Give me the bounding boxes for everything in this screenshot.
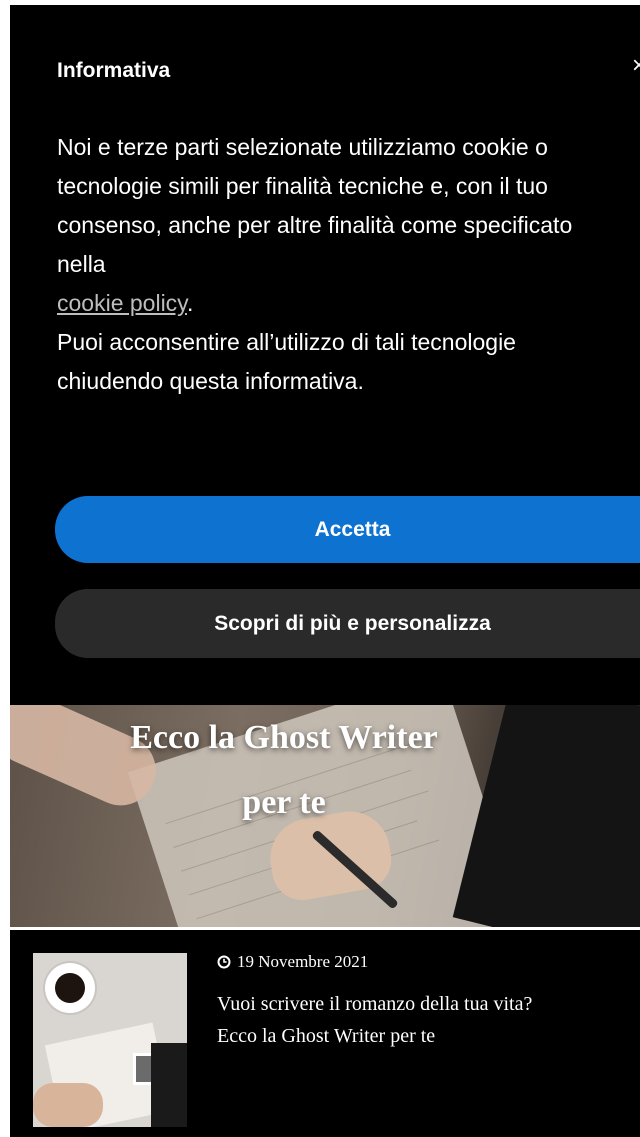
learn-more-customize-button[interactable]: Scopri di più e personalizza [55,589,640,658]
accept-button[interactable]: Accetta [55,496,640,563]
hero-title[interactable]: Ecco la Ghost Writer per te [10,705,558,835]
article-card[interactable]: 19 Novembre 2021 Vuoi scrivere il romanz… [10,930,640,1137]
article-date: 19 Novembre 2021 [237,952,369,971]
hero-image[interactable]: Ecco la Ghost Writer per te [10,705,640,927]
article-meta: 19 Novembre 2021 [217,952,368,972]
hero-title-line1: Ecco la Ghost Writer [130,719,438,756]
cookie-period: . [186,290,194,316]
article-title-link[interactable]: Vuoi scrivere il romanzo della tua vita?… [217,988,577,1052]
coffee-image-part [55,973,85,1003]
dark-object-image-part [151,1043,187,1127]
hand-image-part [33,1083,103,1127]
article-thumbnail[interactable] [33,953,187,1127]
hero-title-line2: per te [242,784,326,821]
cookie-banner-text: Noi e terze parti selezionate utilizziam… [57,128,627,401]
cookie-consent-text: Puoi acconsentire all’utilizzo di tali t… [57,329,516,394]
clock-icon [217,955,231,969]
close-icon[interactable]: × [632,51,640,81]
page: Ecco la Ghost Writer per te 19 Novembre … [0,0,640,1137]
cookie-banner: Informativa × Noi e terze parti selezion… [10,5,640,705]
cookie-intro-text: Noi e terze parti selezionate utilizziam… [57,134,573,277]
cookie-policy-link[interactable]: cookie policy [57,290,187,316]
cookie-intro-paragraph: Noi e terze parti selezionate utilizziam… [57,128,627,323]
cookie-banner-title: Informativa [57,59,171,82]
